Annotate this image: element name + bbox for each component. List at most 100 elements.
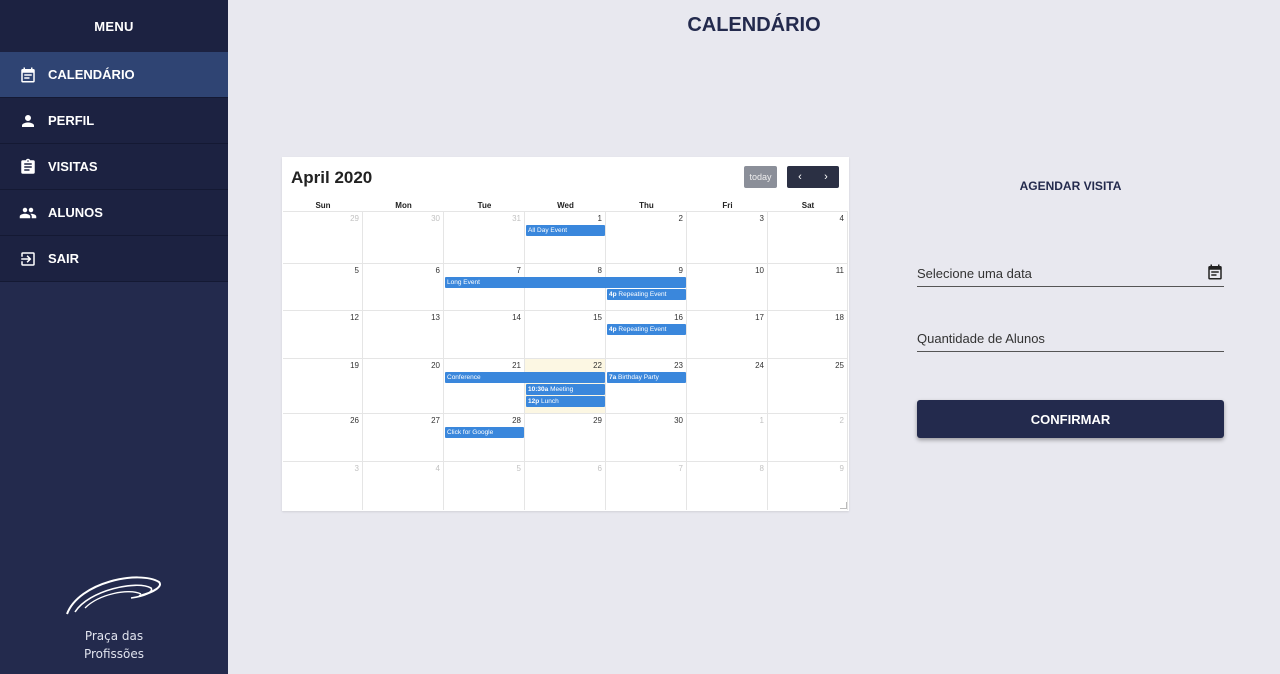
calendar-day-cell[interactable]: 6	[363, 263, 444, 310]
sidebar-item-alunos[interactable]: ALUNOS	[0, 190, 228, 236]
calendar-day-cell[interactable]: 2	[768, 413, 848, 461]
calendar-day-cell[interactable]: 20	[363, 358, 444, 413]
day-number: 3	[354, 464, 359, 473]
calendar-event[interactable]: Long Event	[445, 277, 686, 288]
sidebar-item-label: ALUNOS	[48, 205, 103, 220]
calendar-day-cell[interactable]: 1	[525, 211, 606, 263]
chevron-right-icon: ›	[824, 171, 828, 183]
calendar-day-cell[interactable]: 6	[525, 461, 606, 510]
calendar-event[interactable]: 10:30a Meeting	[526, 384, 605, 395]
calendar-day-cell[interactable]: 5	[283, 263, 363, 310]
day-number: 1	[597, 214, 602, 223]
calendar-day-cell[interactable]: 27	[363, 413, 444, 461]
calendar-event[interactable]: 4p Repeating Event	[607, 324, 686, 335]
sidebar-item-visitas[interactable]: VISITAS	[0, 144, 228, 190]
students-quantity-field[interactable]: Quantidade de Alunos	[917, 326, 1224, 352]
students-quantity-placeholder: Quantidade de Alunos	[917, 331, 1045, 346]
event-title: Repeating Event	[618, 291, 667, 298]
calendar-day-cell[interactable]: 21	[444, 358, 525, 413]
calendar-event[interactable]: Click for Google	[445, 427, 524, 438]
calendar-day-cell[interactable]: 7	[606, 461, 687, 510]
calendar-event[interactable]: 4p Repeating Event	[607, 289, 686, 300]
day-number: 5	[516, 464, 521, 473]
calendar-day-cell[interactable]: 25	[768, 358, 848, 413]
calendar-day-cell[interactable]: 13	[363, 310, 444, 358]
logo-arcs-icon	[66, 576, 161, 615]
calendar-day-cell[interactable]: 14	[444, 310, 525, 358]
logout-icon	[18, 249, 38, 269]
calendar-day-cell[interactable]: 24	[687, 358, 768, 413]
calendar-day-cell[interactable]: 31	[444, 211, 525, 263]
calendar: April 2020 today ‹ › Sun Mon Tue Wed Thu Fri S…	[282, 157, 849, 511]
person-icon	[18, 111, 38, 131]
calendar-day-cell[interactable]: 3	[283, 461, 363, 510]
calendar-icon[interactable]	[1206, 263, 1224, 284]
calendar-event[interactable]: 7a Birthday Party	[607, 372, 686, 383]
day-of-week-header: Wed	[557, 201, 574, 210]
sidebar-item-calendario[interactable]: CALENDÁRIO	[0, 52, 228, 98]
today-button[interactable]: today	[744, 166, 777, 188]
day-number: 29	[350, 214, 359, 223]
page-title: CALENDÁRIO	[687, 14, 821, 36]
day-number: 29	[593, 416, 602, 425]
calendar-day-cell[interactable]: 19	[283, 358, 363, 413]
day-number: 25	[835, 361, 844, 370]
calendar-day-cell[interactable]: 18	[768, 310, 848, 358]
day-number: 1	[759, 416, 764, 425]
clipboard-icon	[18, 157, 38, 177]
calendar-day-cell[interactable]: 4	[768, 211, 848, 263]
calendar-event[interactable]: 12p Lunch	[526, 396, 605, 407]
next-month-button[interactable]: ›	[813, 166, 839, 188]
calendar-day-cell[interactable]: 23	[606, 358, 687, 413]
calendar-day-cell[interactable]: 5	[444, 461, 525, 510]
event-time: 10:30a	[528, 386, 549, 393]
calendar-day-cell[interactable]: 30	[363, 211, 444, 263]
calendar-day-cell[interactable]: 8	[687, 461, 768, 510]
calendar-day-cell[interactable]: 17	[687, 310, 768, 358]
event-time: 4p	[609, 291, 617, 298]
event-title: All Day Event	[528, 227, 568, 234]
logo-text-line1: Praça das	[84, 629, 144, 643]
calendar-day-cell[interactable]: 30	[606, 413, 687, 461]
day-number: 16	[674, 313, 683, 322]
sidebar-item-label: SAIR	[48, 251, 80, 266]
calendar-day-cell[interactable]: 29	[283, 211, 363, 263]
event-title: Repeating Event	[618, 326, 667, 333]
day-number: 2	[678, 214, 683, 223]
sidebar-item-perfil[interactable]: PERFIL	[0, 98, 228, 144]
calendar-day-cell[interactable]: 9	[768, 461, 848, 510]
calendar-month-title: April 2020	[291, 168, 373, 187]
day-number: 3	[759, 214, 764, 223]
day-number: 30	[674, 416, 683, 425]
event-title: Long Event	[447, 279, 480, 286]
confirm-button[interactable]: CONFIRMAR	[917, 400, 1224, 438]
sidebar-item-sair[interactable]: SAIR	[0, 236, 228, 282]
calendar-day-cell[interactable]: 3	[687, 211, 768, 263]
calendar-day-cell[interactable]: 15	[525, 310, 606, 358]
group-icon	[18, 203, 38, 223]
day-number: 19	[350, 361, 359, 370]
calendar-day-cell[interactable]: 29	[525, 413, 606, 461]
calendar-day-cell[interactable]: 11	[768, 263, 848, 310]
day-number: 26	[350, 416, 359, 425]
day-number: 31	[512, 214, 521, 223]
sidebar-item-label: CALENDÁRIO	[48, 67, 135, 82]
day-number: 23	[674, 361, 683, 370]
day-number: 22	[593, 361, 602, 370]
calendar-event[interactable]: Conference	[445, 372, 605, 383]
calendar-day-cell[interactable]: 10	[687, 263, 768, 310]
calendar-event[interactable]: All Day Event	[526, 225, 605, 236]
date-field[interactable]: Selecione uma data	[917, 261, 1224, 287]
prev-month-button[interactable]: ‹	[787, 166, 813, 188]
calendar-day-cell[interactable]: 26	[283, 413, 363, 461]
resize-handle-icon[interactable]	[840, 502, 847, 509]
event-title: Lunch	[541, 398, 559, 405]
calendar-day-cell[interactable]: 4	[363, 461, 444, 510]
event-time: 4p	[609, 326, 617, 333]
day-number: 20	[431, 361, 440, 370]
calendar-day-cell[interactable]: 2	[606, 211, 687, 263]
day-number: 24	[755, 361, 764, 370]
day-number: 11	[835, 266, 844, 275]
calendar-day-cell[interactable]: 1	[687, 413, 768, 461]
calendar-day-cell[interactable]: 12	[283, 310, 363, 358]
